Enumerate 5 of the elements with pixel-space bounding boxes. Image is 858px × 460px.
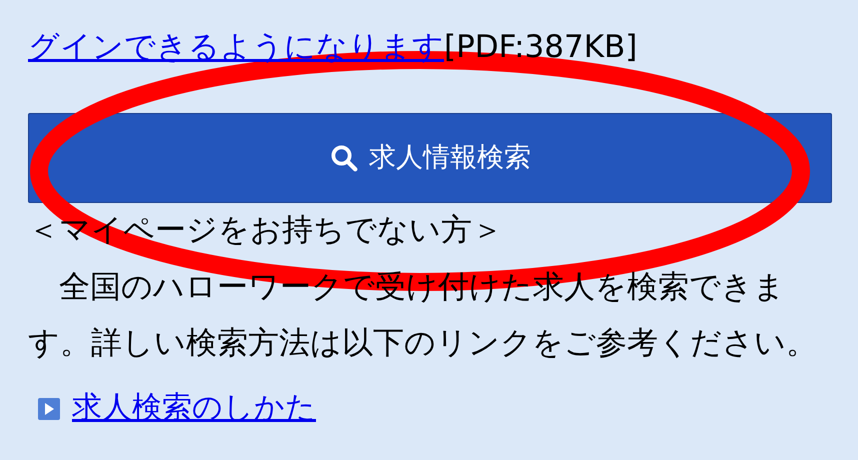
search-guide-link[interactable]: 求人検索のしかた <box>72 390 316 425</box>
search-icon <box>329 143 359 173</box>
job-search-button[interactable]: 求人情報検索 <box>28 113 832 203</box>
play-bullet-icon <box>38 398 60 420</box>
file-size-note: [PDF:387KB] <box>444 29 638 65</box>
